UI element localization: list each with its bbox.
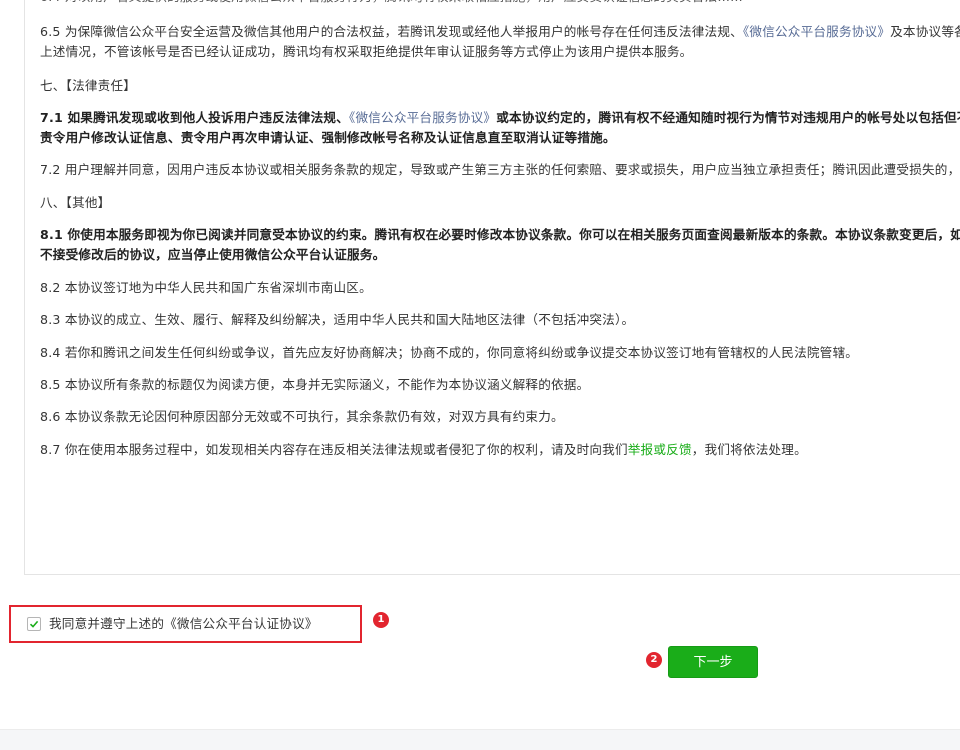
cut-off-paragraph: 6.4 对以用户名义提供的服务或使用微信公众平台服务行为，腾讯均有权采取相应措施… [40, 0, 743, 8]
paragraph-8-3: 8.3 本协议的成立、生效、履行、解释及纠纷解决，适用中华人民共和国大陆地区法律… [40, 312, 635, 327]
service-agreement-link[interactable]: 《微信公众平台服务协议》 [349, 110, 496, 125]
paragraph-text: 及本协议等各 [890, 24, 960, 39]
check-icon [29, 620, 39, 628]
next-step-button[interactable]: 下一步 [668, 646, 758, 678]
agree-checkbox[interactable] [27, 617, 41, 631]
paragraph-8-2: 8.2 本协议签订地为中华人民共和国广东省深圳市南山区。 [40, 280, 372, 295]
paragraph-8-1-line-1: 8.1 你使用本服务即视为你已阅读并同意受本协议的约束。腾讯有权在必要时修改本协… [40, 227, 960, 242]
paragraph-8-7: 8.7 你在使用本服务过程中，如发现相关内容存在违反相关法律法规或者侵犯了你的权… [40, 439, 807, 461]
agreement-scroll-area[interactable]: 6.4 对以用户名义提供的服务或使用微信公众平台服务行为，腾讯均有权采取相应措施… [24, 0, 960, 575]
section-8-title: 八、【其他】 [40, 195, 111, 210]
service-agreement-link[interactable]: 《微信公众平台服务协议》 [743, 24, 890, 39]
paragraph-text: 或本协议约定的，腾讯有权不经通知随时视行为情节对违规用户的帐号处以包括但不 [496, 110, 960, 125]
paragraph-6-5-line-2: 上述情况，不管该帐号是否已经认证成功，腾讯均有权采取拒绝提供年审认证服务等方式停… [40, 44, 693, 59]
paragraph-text: 8.7 你在使用本服务过程中，如发现相关内容存在违反相关法律法规或者侵犯了你的权… [40, 442, 628, 457]
paragraph-8-5: 8.5 本协议所有条款的标题仅为阅读方便，本身并无实际涵义，不能作为本协议涵义解… [40, 377, 590, 392]
section-7-title: 七、【法律责任】 [40, 78, 137, 93]
paragraph-7-1-line-2: 责令用户修改认证信息、责令用户再次申请认证、强制修改帐号名称及认证信息直至取消认… [40, 130, 616, 145]
paragraph-text: 6.5 为保障微信公众平台安全运营及微信其他用户的合法权益，若腾讯发现或经他人举… [40, 24, 743, 39]
agree-highlight-box: 我同意并遵守上述的《微信公众平台认证协议》 [9, 605, 362, 643]
paragraph-8-4: 8.4 若你和腾讯之间发生任何纠纷或争议，首先应友好协商解决；协商不成的，你同意… [40, 345, 859, 360]
step-marker-1: 1 [373, 612, 389, 628]
paragraph-text: ，我们将依法处理。 [691, 442, 807, 457]
paragraph-6-5-line-1: 6.5 为保障微信公众平台安全运营及微信其他用户的合法权益，若腾讯发现或经他人举… [40, 21, 960, 43]
step-marker-2: 2 [646, 652, 662, 668]
report-feedback-link[interactable]: 举报或反馈 [628, 442, 692, 457]
paragraph-8-6: 8.6 本协议条款无论因何种原因部分无效或不可执行，其余条款仍有效，对双方具有约… [40, 409, 564, 424]
paragraph-8-1-line-2: 不接受修改后的协议，应当停止使用微信公众平台认证服务。 [40, 247, 386, 262]
agree-label[interactable]: 我同意并遵守上述的《微信公众平台认证协议》 [49, 615, 318, 633]
footer-bar [0, 729, 960, 750]
paragraph-7-1-line-1: 7.1 如果腾讯发现或收到他人投诉用户违反法律法规、《微信公众平台服务协议》或本… [40, 107, 960, 129]
paragraph-7-2: 7.2 用户理解并同意，因用户违反本协议或相关服务条款的规定，导致或产生第三方主… [40, 162, 960, 177]
paragraph-text: 7.1 如果腾讯发现或收到他人投诉用户违反法律法规、 [40, 110, 349, 125]
